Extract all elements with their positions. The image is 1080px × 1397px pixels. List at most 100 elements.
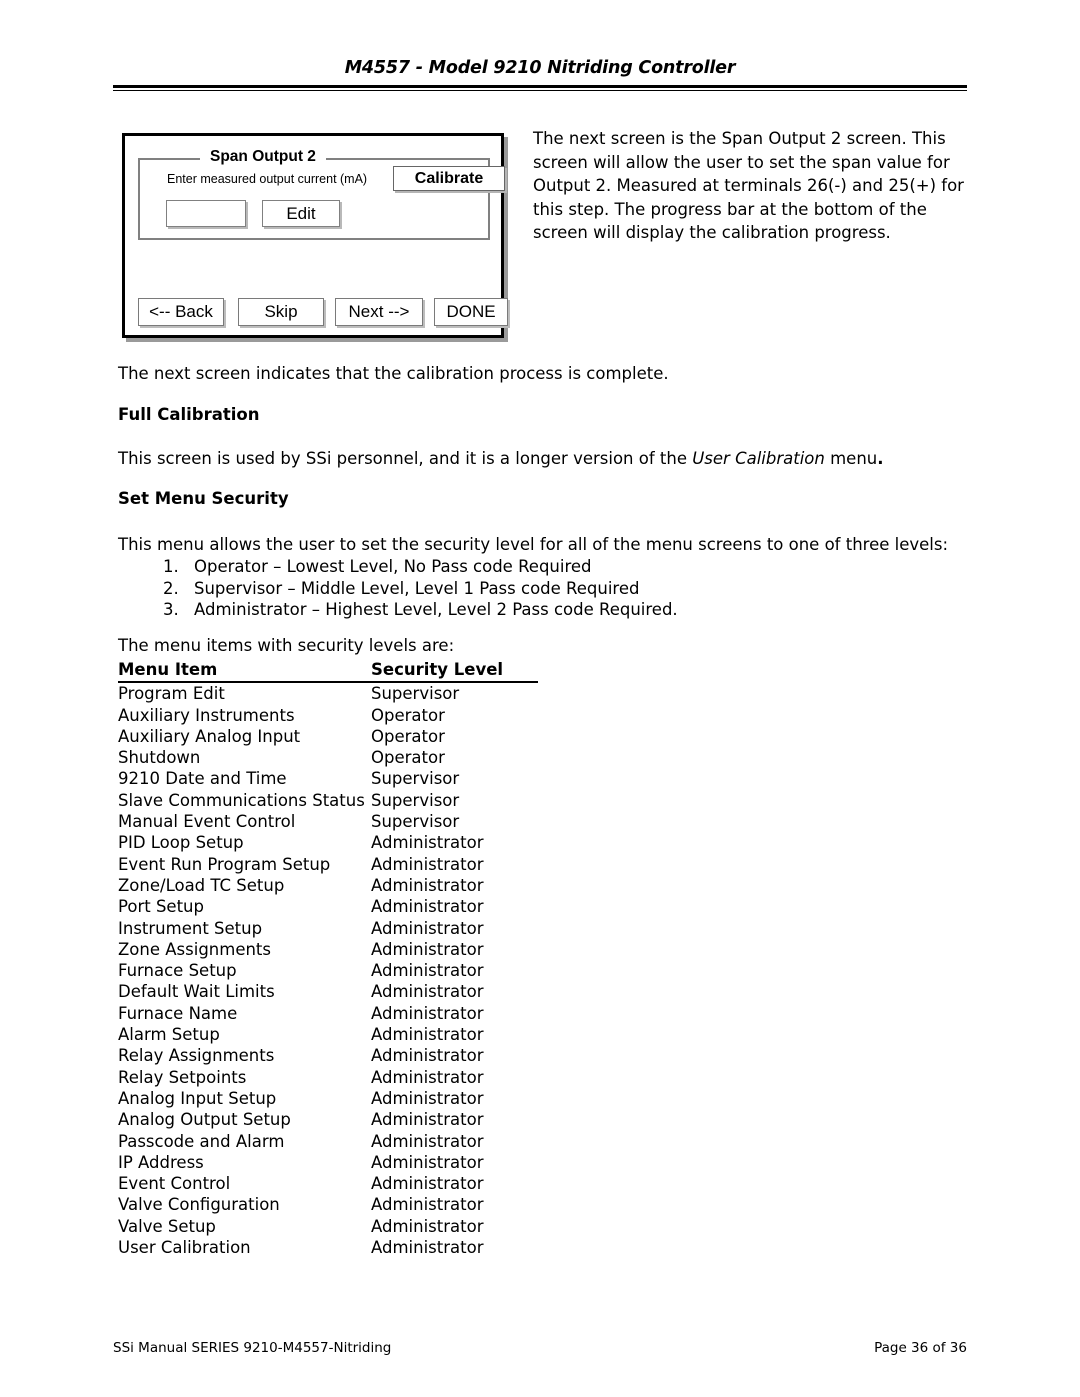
table-row: Analog Output Setup Administrator — [118, 1109, 538, 1130]
cell-menu-item: Program Edit — [118, 684, 225, 704]
table-row: Furnace Name Administrator — [118, 1003, 538, 1024]
table-row: Alarm Setup Administrator — [118, 1024, 538, 1045]
column-header-menu-item: Menu Item — [118, 659, 371, 684]
cell-menu-item: Furnace Setup — [118, 961, 237, 981]
next-button[interactable]: Next --> — [335, 298, 423, 326]
table-row: PID Loop Setup Administrator — [118, 832, 538, 853]
heading-full-calibration: Full Calibration — [118, 405, 260, 424]
document-page: M4557 - Model 9210 Nitriding Controller … — [0, 0, 1080, 1397]
document-footer: SSi Manual SERIES 9210-M4557-Nitriding P… — [113, 1340, 967, 1360]
header-rule-thin — [113, 90, 967, 91]
table-row: Relay Setpoints Administrator — [118, 1067, 538, 1088]
measured-current-label: Enter measured output current (mA) — [167, 172, 368, 186]
header-rule-thick — [113, 85, 967, 88]
document-header: M4557 - Model 9210 Nitriding Controller — [113, 58, 967, 78]
table-row: Valve Configuration Administrator — [118, 1194, 538, 1215]
table-row: User Calibration Administrator — [118, 1237, 538, 1258]
cell-security-level: Administrator — [371, 1195, 484, 1215]
span-output-2-dialog: Span Output 2 Enter measured output curr… — [122, 133, 508, 338]
footer-manual-id: SSi Manual SERIES 9210-M4557-Nitriding — [113, 1340, 392, 1356]
cell-security-level: Administrator — [371, 875, 484, 895]
table-row: Auxiliary Analog Input Operator — [118, 726, 538, 747]
edit-button[interactable]: Edit — [262, 200, 340, 227]
table-row: Valve Setup Administrator — [118, 1216, 538, 1237]
table-header-row: Menu Item Security Level — [118, 659, 538, 684]
cell-security-level: Administrator — [371, 961, 484, 981]
cell-menu-item: User Calibration — [118, 1238, 251, 1258]
cell-menu-item: Furnace Name — [118, 1003, 238, 1023]
dialog-nav-row: <-- Back Skip Next --> DONE — [138, 298, 508, 326]
calibrate-button[interactable]: Calibrate — [393, 166, 505, 191]
cell-security-level: Supervisor — [371, 769, 460, 789]
table-row: Auxiliary Instruments Operator — [118, 705, 538, 726]
cell-menu-item: Analog Input Setup — [118, 1088, 277, 1108]
table-row: IP Address Administrator — [118, 1152, 538, 1173]
cell-menu-item: Event Run Program Setup — [118, 854, 331, 874]
cell-menu-item: Valve Setup — [118, 1216, 216, 1236]
column-header-security-level: Security Level — [371, 659, 538, 684]
back-button[interactable]: <-- Back — [138, 298, 224, 326]
table-row: Event Run Program Setup Administrator — [118, 854, 538, 875]
cell-security-level: Administrator — [371, 1131, 484, 1151]
table-row: Instrument Setup Administrator — [118, 918, 538, 939]
cell-menu-item: 9210 Date and Time — [118, 769, 287, 789]
table-row: Program Edit Supervisor — [118, 682, 538, 704]
cell-security-level: Administrator — [371, 1174, 484, 1194]
cell-security-level: Supervisor — [371, 684, 460, 704]
user-calibration-reference: User Calibration — [692, 449, 825, 468]
cell-security-level: Administrator — [371, 897, 484, 917]
cell-security-level: Administrator — [371, 1088, 484, 1108]
cell-security-level: Administrator — [371, 982, 484, 1002]
cell-security-level: Administrator — [371, 1110, 484, 1130]
cell-menu-item: Event Control — [118, 1174, 231, 1194]
security-levels-list: Operator – Lowest Level, No Pass code Re… — [148, 556, 884, 621]
cell-security-level: Administrator — [371, 1216, 484, 1236]
cell-security-level: Administrator — [371, 854, 484, 874]
cell-menu-item: Port Setup — [118, 897, 204, 917]
menu-security-table: Menu Item Security Level Program Edit Sup… — [118, 659, 538, 1258]
cell-security-level: Administrator — [371, 1238, 484, 1258]
cell-security-level: Administrator — [371, 1046, 484, 1066]
cell-security-level: Operator — [371, 748, 445, 768]
cell-menu-item: Relay Setpoints — [118, 1067, 247, 1087]
cell-security-level: Administrator — [371, 833, 484, 853]
cell-menu-item: Instrument Setup — [118, 918, 263, 938]
cell-menu-item: Auxiliary Instruments — [118, 705, 295, 725]
cell-security-level: Administrator — [371, 1067, 484, 1087]
cell-menu-item: Manual Event Control — [118, 812, 296, 832]
table-row: Zone Assignments Administrator — [118, 939, 538, 960]
cell-security-level: Administrator — [371, 918, 484, 938]
table-row: Port Setup Administrator — [118, 896, 538, 917]
cell-menu-item: Analog Output Setup — [118, 1110, 291, 1130]
cell-security-level: Supervisor — [371, 790, 460, 810]
cell-security-level: Administrator — [371, 1025, 484, 1045]
full-calibration-text-before: This screen is used by SSi personnel, an… — [118, 449, 693, 468]
table-row: Zone/Load TC Setup Administrator — [118, 875, 538, 896]
heading-set-menu-security: Set Menu Security — [118, 489, 289, 508]
cell-security-level: Supervisor — [371, 812, 460, 832]
cell-menu-item: Slave Communications Status — [118, 790, 365, 810]
table-body: Program Edit Supervisor Auxiliary Instrume… — [118, 682, 538, 1258]
full-calibration-period: . — [877, 449, 884, 468]
measured-current-input[interactable] — [166, 200, 246, 227]
cell-menu-item: Zone/Load TC Setup — [118, 875, 285, 895]
table-row: Slave Communications Status Supervisor — [118, 790, 538, 811]
span-output-fieldset: Span Output 2 Enter measured output curr… — [138, 148, 505, 240]
cell-menu-item: Passcode and Alarm — [118, 1131, 285, 1151]
full-calibration-text-after: menu — [824, 449, 878, 468]
cell-menu-item: Relay Assignments — [118, 1046, 275, 1066]
cell-security-level: Administrator — [371, 1003, 484, 1023]
table-row: Shutdown Operator — [118, 747, 538, 768]
cell-menu-item: Valve Configuration — [118, 1195, 280, 1215]
list-item: Supervisor – Middle Level, Level 1 Pass … — [184, 578, 884, 600]
cell-menu-item: Shutdown — [118, 748, 201, 768]
cell-security-level: Operator — [371, 726, 445, 746]
done-button[interactable]: DONE — [434, 298, 508, 326]
table-row: Manual Event Control Supervisor — [118, 811, 538, 832]
skip-button[interactable]: Skip — [238, 298, 324, 326]
paragraph-calibration-complete: The next screen indicates that the calib… — [118, 364, 669, 383]
list-item: Operator – Lowest Level, No Pass code Re… — [184, 556, 884, 578]
table-row: Relay Assignments Administrator — [118, 1045, 538, 1066]
document-title: M4557 - Model 9210 Nitriding Controller — [344, 58, 736, 78]
list-item: Administrator – Highest Level, Level 2 P… — [184, 599, 884, 621]
